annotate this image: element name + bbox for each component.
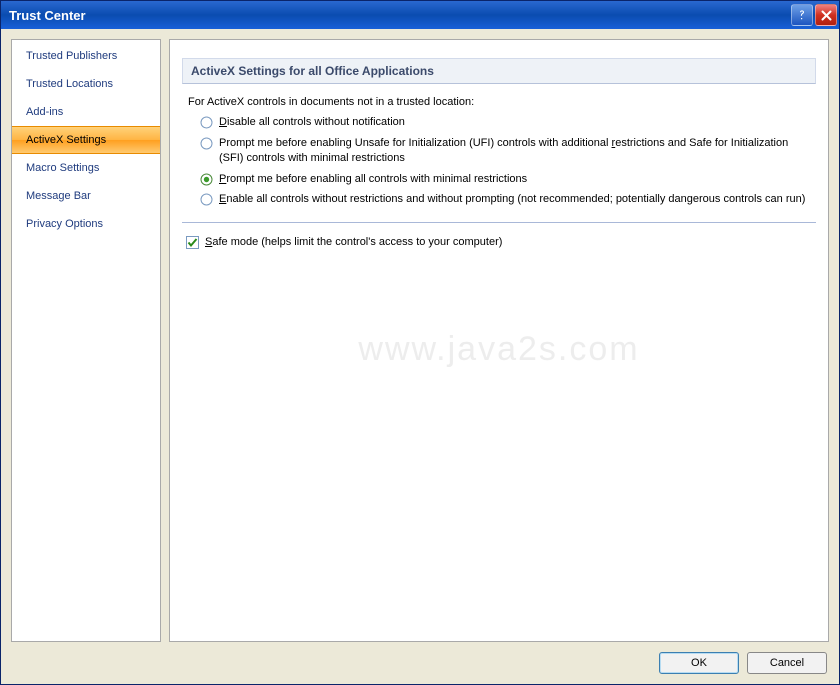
radio-prompt-all[interactable]: Prompt me before enabling all controls w… xyxy=(182,169,816,190)
cancel-button[interactable]: Cancel xyxy=(747,652,827,674)
radio-prompt-ufi[interactable]: Prompt me before enabling Unsafe for Ini… xyxy=(182,133,816,169)
radio-enable-all[interactable]: Enable all controls without restrictions… xyxy=(182,189,816,210)
radio-unchecked-icon xyxy=(200,137,213,150)
trust-center-dialog: Trust Center Trusted Publishers Trusted … xyxy=(0,0,840,685)
section-heading: ActiveX Settings for all Office Applicat… xyxy=(182,58,816,84)
watermark: www.java2s.com xyxy=(358,330,639,369)
sidebar-item-trusted-locations[interactable]: Trusted Locations xyxy=(12,70,160,98)
dialog-title: Trust Center xyxy=(9,8,789,23)
intro-text: For ActiveX controls in documents not in… xyxy=(182,96,816,108)
radio-disable-all[interactable]: Disable all controls without notificatio… xyxy=(182,112,816,133)
button-row: OK Cancel xyxy=(11,642,829,678)
safe-mode-checkbox[interactable]: Safe mode (helps limit the control's acc… xyxy=(182,235,816,250)
sidebar-item-activex-settings[interactable]: ActiveX Settings xyxy=(12,126,160,154)
help-icon xyxy=(796,9,808,21)
titlebar: Trust Center xyxy=(1,1,839,29)
ok-button[interactable]: OK xyxy=(659,652,739,674)
sidebar-item-privacy-options[interactable]: Privacy Options xyxy=(12,210,160,238)
main-row: Trusted Publishers Trusted Locations Add… xyxy=(11,39,829,642)
sidebar-item-trusted-publishers[interactable]: Trusted Publishers xyxy=(12,42,160,70)
checkbox-label: Safe mode (helps limit the control's acc… xyxy=(205,235,502,250)
checkbox-checked-icon xyxy=(186,236,199,249)
dialog-body: Trusted Publishers Trusted Locations Add… xyxy=(1,29,839,684)
radio-label: Prompt me before enabling Unsafe for Ini… xyxy=(219,136,812,166)
close-icon xyxy=(821,10,832,21)
radio-label: Disable all controls without notificatio… xyxy=(219,115,405,130)
close-button[interactable] xyxy=(815,4,837,26)
radio-label: Enable all controls without restrictions… xyxy=(219,192,805,207)
radio-checked-icon xyxy=(200,173,213,186)
help-button[interactable] xyxy=(791,4,813,26)
radio-unchecked-icon xyxy=(200,116,213,129)
sidebar-item-message-bar[interactable]: Message Bar xyxy=(12,182,160,210)
content-panel: ActiveX Settings for all Office Applicat… xyxy=(169,39,829,642)
sidebar-item-add-ins[interactable]: Add-ins xyxy=(12,98,160,126)
sidebar: Trusted Publishers Trusted Locations Add… xyxy=(11,39,161,642)
sidebar-item-macro-settings[interactable]: Macro Settings xyxy=(12,154,160,182)
radio-label: Prompt me before enabling all controls w… xyxy=(219,172,527,187)
radio-unchecked-icon xyxy=(200,193,213,206)
divider xyxy=(182,222,816,223)
